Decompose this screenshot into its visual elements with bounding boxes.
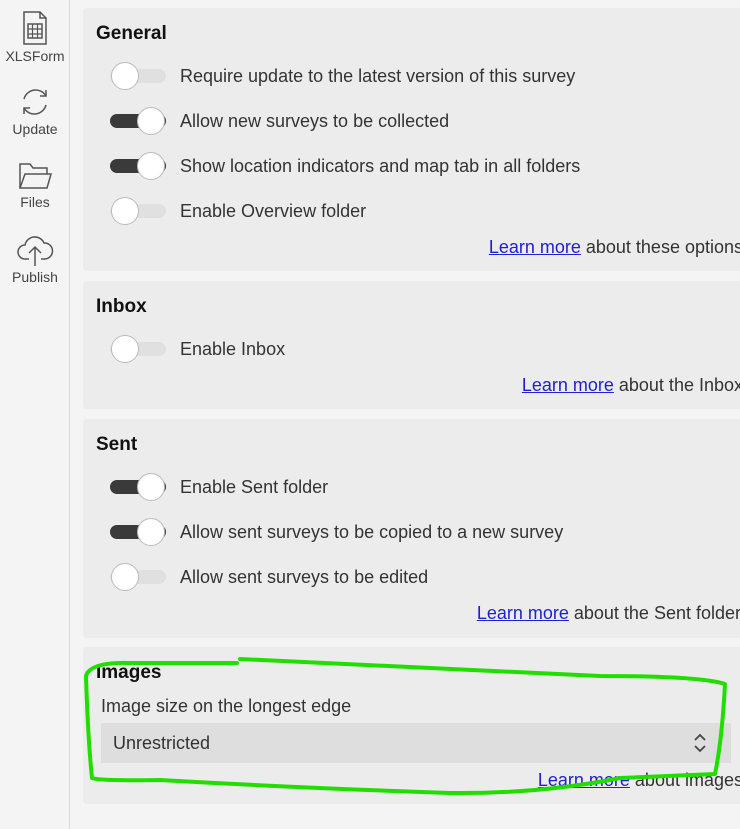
annotation-highlight — [84, 657, 727, 796]
